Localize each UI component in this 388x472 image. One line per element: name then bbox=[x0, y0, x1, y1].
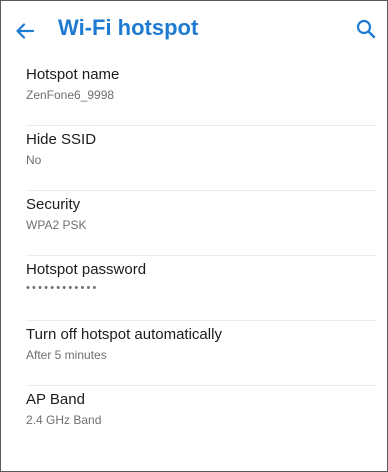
settings-list: Hotspot name ZenFone6_9998 Hide SSID No … bbox=[1, 61, 387, 450]
setting-value: WPA2 PSK bbox=[26, 218, 87, 232]
search-icon bbox=[356, 19, 376, 39]
setting-title: Hotspot name bbox=[26, 66, 120, 83]
app-bar: Wi-Fi hotspot bbox=[1, 1, 387, 59]
setting-value: ZenFone6_9998 bbox=[26, 88, 115, 102]
setting-hotspot-password[interactable]: Hotspot password •••••••••••• bbox=[26, 256, 377, 321]
setting-value-masked: •••••••••••• bbox=[26, 282, 99, 294]
back-button[interactable] bbox=[13, 19, 37, 43]
page-title: Wi-Fi hotspot bbox=[58, 15, 199, 40]
setting-security[interactable]: Security WPA2 PSK bbox=[26, 191, 377, 256]
setting-value: 2.4 GHz Band bbox=[26, 413, 102, 427]
setting-value: After 5 minutes bbox=[26, 348, 107, 362]
setting-title: Hotspot password bbox=[26, 261, 147, 278]
settings-screen: Wi-Fi hotspot Hotspot name ZenFone6_9998… bbox=[0, 0, 388, 472]
setting-title: AP Band bbox=[26, 391, 85, 408]
setting-ap-band[interactable]: AP Band 2.4 GHz Band bbox=[26, 386, 377, 450]
setting-title: Turn off hotspot automatically bbox=[26, 326, 222, 343]
setting-hotspot-name[interactable]: Hotspot name ZenFone6_9998 bbox=[26, 61, 377, 126]
search-button[interactable] bbox=[355, 18, 377, 40]
setting-hide-ssid[interactable]: Hide SSID No bbox=[26, 126, 377, 191]
setting-value: No bbox=[26, 153, 42, 167]
setting-turn-off-automatically[interactable]: Turn off hotspot automatically After 5 m… bbox=[26, 321, 377, 386]
setting-title: Hide SSID bbox=[26, 131, 97, 148]
arrow-left-icon bbox=[16, 23, 35, 39]
setting-title: Security bbox=[26, 196, 81, 213]
